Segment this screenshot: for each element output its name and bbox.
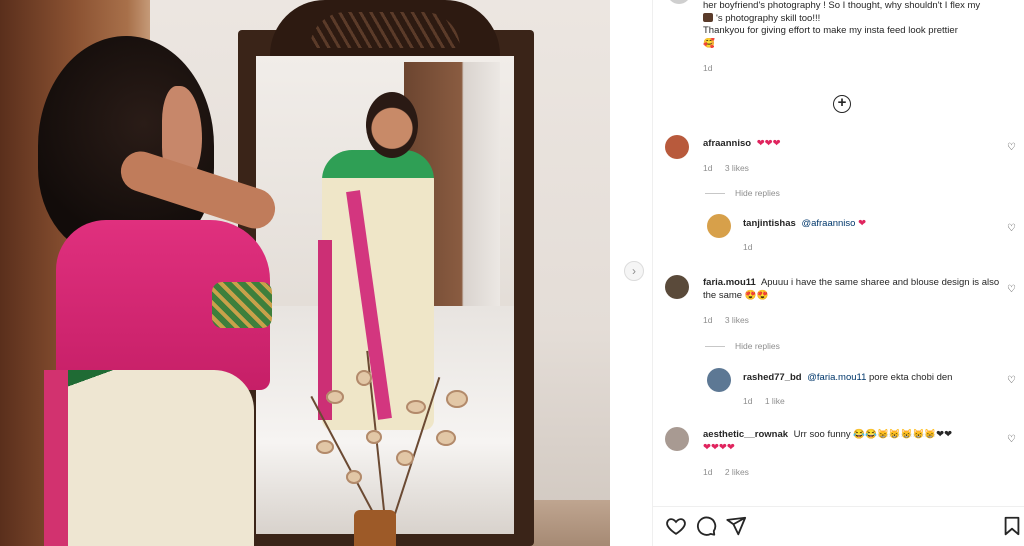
paper-plane-icon[interactable] (725, 515, 747, 537)
comment-time: 1d (703, 467, 713, 477)
comments-panel: her boyfriend's photography ! So I thoug… (652, 0, 1024, 546)
caption-line-2: 's photography skill too!!! (703, 12, 1021, 26)
comment-meta: 1d 3 likes (703, 315, 759, 325)
comment-time: 1d (743, 242, 753, 252)
like-comment-heart-icon[interactable]: ♡ (1007, 376, 1017, 386)
woman-saree (44, 370, 254, 546)
comment-likes[interactable]: 3 likes (725, 163, 749, 173)
comment-item: afraanniso ❤❤❤ 1d 3 likes ♡ Hide replies (665, 135, 1021, 198)
comment-likes[interactable]: 2 likes (725, 467, 749, 477)
mirror-crest (270, 0, 500, 58)
commenter-avatar[interactable] (665, 135, 689, 159)
comment-body: rashed77_bd @faria.mou11 pore ekta chobi… (743, 372, 952, 385)
comment-text: ❤ (858, 218, 867, 229)
caption-line-3: Thankyou for giving effort to make my in… (703, 25, 958, 36)
comment-username[interactable]: tanjintishas (743, 218, 796, 229)
comment-username[interactable]: faria.mou11 (703, 277, 756, 288)
caption-line-1: her boyfriend's photography ! So I thoug… (703, 0, 981, 11)
flower-vase (354, 510, 396, 546)
comment-item: faria.mou11 Apuuu i have the same sharee… (665, 275, 1021, 355)
post-photo[interactable] (0, 0, 610, 546)
comment-meta: 1d 1 like (743, 396, 795, 406)
commenter-avatar[interactable] (665, 427, 689, 451)
post-caption: her boyfriend's photography ! So I thoug… (703, 0, 1021, 75)
comment-text: ❤❤❤ (756, 138, 781, 149)
commenter-avatar[interactable] (665, 275, 689, 299)
comment-meta: 1d 3 likes (703, 163, 759, 173)
caption-time: 1d (703, 63, 713, 73)
comment-meta: 1d (743, 242, 762, 252)
next-arrow-icon[interactable]: › (624, 261, 644, 281)
comment-likes[interactable]: 1 like (765, 396, 785, 406)
comment-text: Urr soo funny 😂😂😸😸😸😸😸❤❤ (793, 429, 953, 440)
post-action-bar (653, 506, 1024, 546)
comment-likes[interactable]: 3 likes (725, 315, 749, 325)
reflection-head (366, 92, 418, 158)
hide-replies-button[interactable]: Hide replies (705, 188, 780, 198)
comment-username[interactable]: rashed77_bd (743, 372, 802, 383)
reply-item: tanjintishas @afraanniso ❤ 1d ♡ (665, 214, 1021, 254)
comment-body: afraanniso ❤❤❤ (703, 138, 781, 151)
comment-item: aesthetic__rownak Urr soo funny 😂😂😸😸😸😸😸❤… (665, 427, 1021, 487)
commenter-avatar[interactable] (707, 214, 731, 238)
blouse-sleeve-border (212, 282, 272, 328)
comment-body: faria.mou11 Apuuu i have the same sharee… (703, 277, 1003, 302)
comment-time: 1d (703, 163, 713, 173)
comment-time: 1d (703, 315, 713, 325)
like-comment-heart-icon[interactable]: ♡ (1007, 285, 1017, 295)
comment-time: 1d (743, 396, 753, 406)
camera-emoji-icon (703, 12, 713, 22)
like-comment-heart-icon[interactable]: ♡ (1007, 224, 1017, 234)
comment-meta: 1d 2 likes (703, 467, 759, 477)
caption-emoji: 🥰 (703, 37, 715, 49)
comment-mention[interactable]: @faria.mou11 (807, 372, 866, 383)
comment-mention[interactable]: @afraanniso (801, 218, 855, 229)
load-more-comments-button[interactable]: + (833, 95, 851, 113)
heart-outline-icon[interactable] (665, 515, 687, 537)
reply-item: rashed77_bd @faria.mou11 pore ekta chobi… (665, 368, 1021, 408)
comment-body: tanjintishas @afraanniso ❤ (743, 218, 866, 231)
like-comment-heart-icon[interactable]: ♡ (1007, 435, 1017, 445)
comment-username[interactable]: aesthetic__rownak (703, 429, 788, 440)
like-comment-heart-icon[interactable]: ♡ (1007, 143, 1017, 153)
hide-replies-button[interactable]: Hide replies (705, 341, 780, 351)
bookmark-icon[interactable] (1001, 515, 1023, 537)
comment-username[interactable]: afraanniso (703, 138, 751, 149)
dried-flowers (296, 330, 486, 521)
caption-author-avatar[interactable] (667, 0, 691, 4)
comment-text-line-2: ❤❤❤❤ (703, 441, 735, 453)
comment-bubble-icon[interactable] (695, 515, 717, 537)
comment-text: pore ekta chobi den (869, 372, 953, 383)
comment-body: aesthetic__rownak Urr soo funny 😂😂😸😸😸😸😸❤… (703, 429, 1003, 454)
commenter-avatar[interactable] (707, 368, 731, 392)
